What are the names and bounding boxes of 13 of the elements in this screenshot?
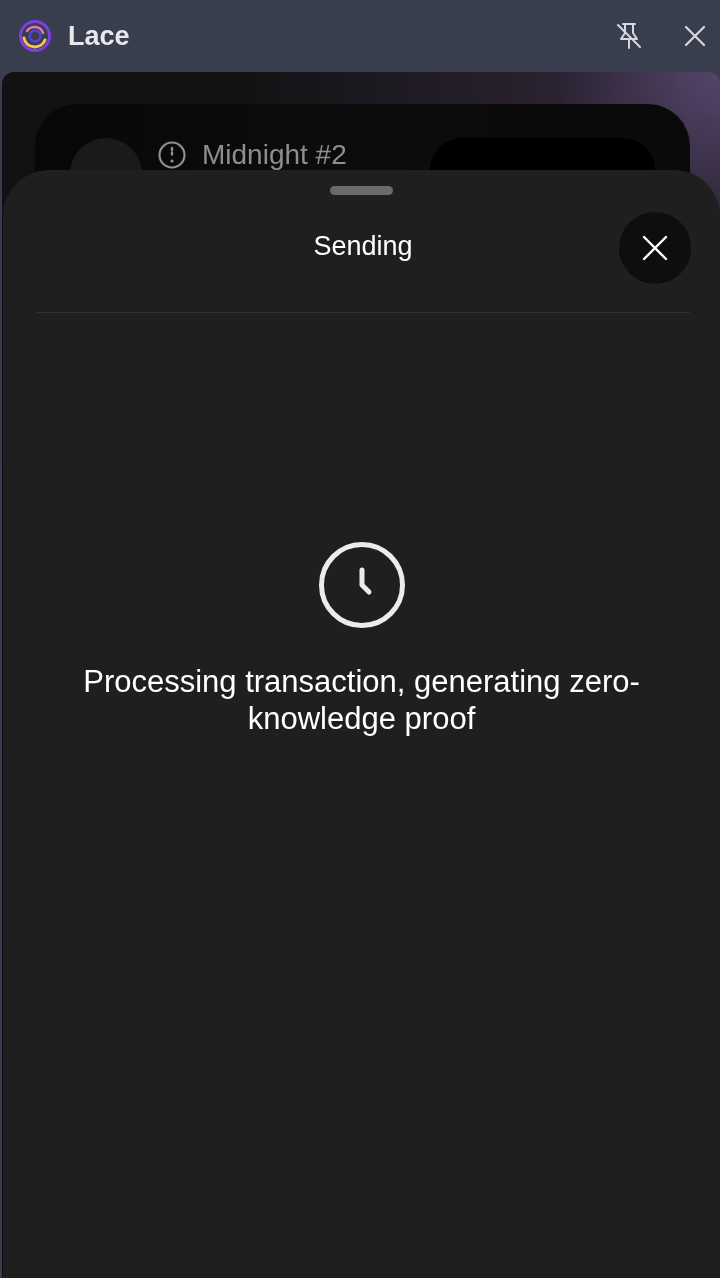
app-title: Lace xyxy=(68,19,130,53)
info-icon xyxy=(158,141,186,169)
close-icon xyxy=(642,235,668,261)
wallet-name: Midnight #2 xyxy=(202,140,347,170)
swirl-logo-icon xyxy=(18,19,52,53)
pin-off-icon xyxy=(616,22,642,50)
drag-handle[interactable] xyxy=(330,186,393,195)
unpin-button[interactable] xyxy=(616,22,642,50)
clock-icon xyxy=(317,541,406,629)
close-window-button[interactable] xyxy=(684,25,706,47)
sheet-title: Sending xyxy=(313,230,413,263)
status-message: Processing transaction, generating zero-knowledge proof xyxy=(82,663,641,737)
close-icon xyxy=(684,25,706,47)
